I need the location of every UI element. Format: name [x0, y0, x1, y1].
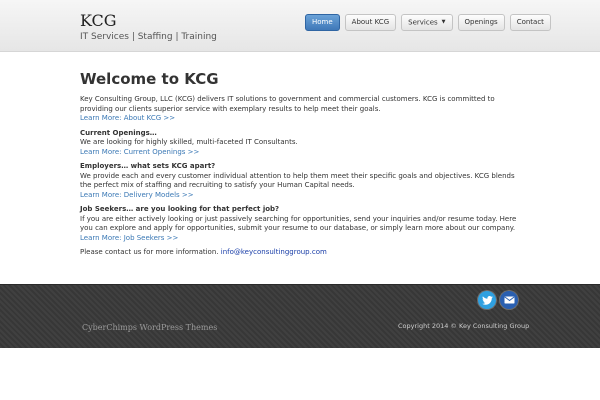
- nav-contact[interactable]: Contact: [509, 14, 551, 31]
- intro-text: Key Consulting Group, LLC (KCG) delivers…: [80, 95, 495, 113]
- employers-text: We provide each and every customer indiv…: [80, 171, 515, 190]
- job-seekers-link[interactable]: Learn More: Job Seekers >>: [80, 234, 520, 244]
- site-title[interactable]: KCG: [80, 12, 117, 30]
- site-tagline: IT Services | Staffing | Training: [80, 32, 217, 42]
- job-seekers-heading: Job Seekers… are you looking for that pe…: [80, 205, 280, 213]
- envelope-glyph: [503, 296, 515, 304]
- delivery-models-link[interactable]: Learn More: Delivery Models >>: [80, 191, 520, 201]
- intro-section: Key Consulting Group, LLC (KCG) delivers…: [80, 95, 520, 124]
- contact-text: Please contact us for more information.: [80, 248, 219, 256]
- nav-about-label: About KCG: [351, 18, 390, 26]
- site-footer: Copyright 2014 © Key Consulting Group: [0, 284, 600, 348]
- contact-email-link[interactable]: info@keyconsultinggroup.com: [221, 248, 327, 256]
- caret-down-icon: ▼: [441, 19, 446, 25]
- main-nav: Home About KCG Services ▼ Openings Contac…: [305, 14, 556, 31]
- page-title: Welcome to KCG: [80, 70, 219, 88]
- email-icon[interactable]: [500, 291, 518, 309]
- employers-section: Employers… what sets KCG apart? We provi…: [80, 162, 520, 200]
- nav-openings[interactable]: Openings: [457, 14, 505, 31]
- theme-credit-link[interactable]: CyberChimps WordPress Themes: [82, 323, 217, 333]
- openings-section: Current Openings… We are looking for hig…: [80, 129, 520, 158]
- nav-contact-label: Contact: [516, 18, 544, 26]
- site-header: KCG IT Services | Staffing | Training Ho…: [0, 0, 600, 52]
- openings-heading: Current Openings…: [80, 128, 157, 137]
- openings-text: We are looking for highly skilled, multi…: [80, 138, 298, 146]
- employers-heading: Employers… what sets KCG apart?: [80, 162, 216, 170]
- nav-home-label: Home: [312, 18, 333, 26]
- twitter-bird-glyph: [481, 295, 493, 305]
- current-openings-link[interactable]: Learn More: Current Openings >>: [80, 148, 520, 158]
- job-seekers-text: If you are either actively looking or ju…: [80, 214, 517, 233]
- copyright-text: Copyright 2014 © Key Consulting Group: [398, 322, 530, 330]
- nav-about[interactable]: About KCG: [344, 14, 397, 31]
- nav-openings-label: Openings: [464, 18, 498, 26]
- twitter-icon[interactable]: [478, 291, 496, 309]
- contact-line: Please contact us for more information. …: [80, 248, 520, 258]
- about-kcg-link[interactable]: Learn More: About KCG >>: [80, 114, 520, 124]
- nav-home[interactable]: Home: [305, 14, 340, 31]
- nav-services[interactable]: Services ▼: [401, 14, 453, 31]
- job-seekers-section: Job Seekers… are you looking for that pe…: [80, 205, 520, 243]
- nav-services-label: Services: [408, 18, 438, 27]
- main-content: Welcome to KCG Key Consulting Group, LLC…: [80, 70, 520, 258]
